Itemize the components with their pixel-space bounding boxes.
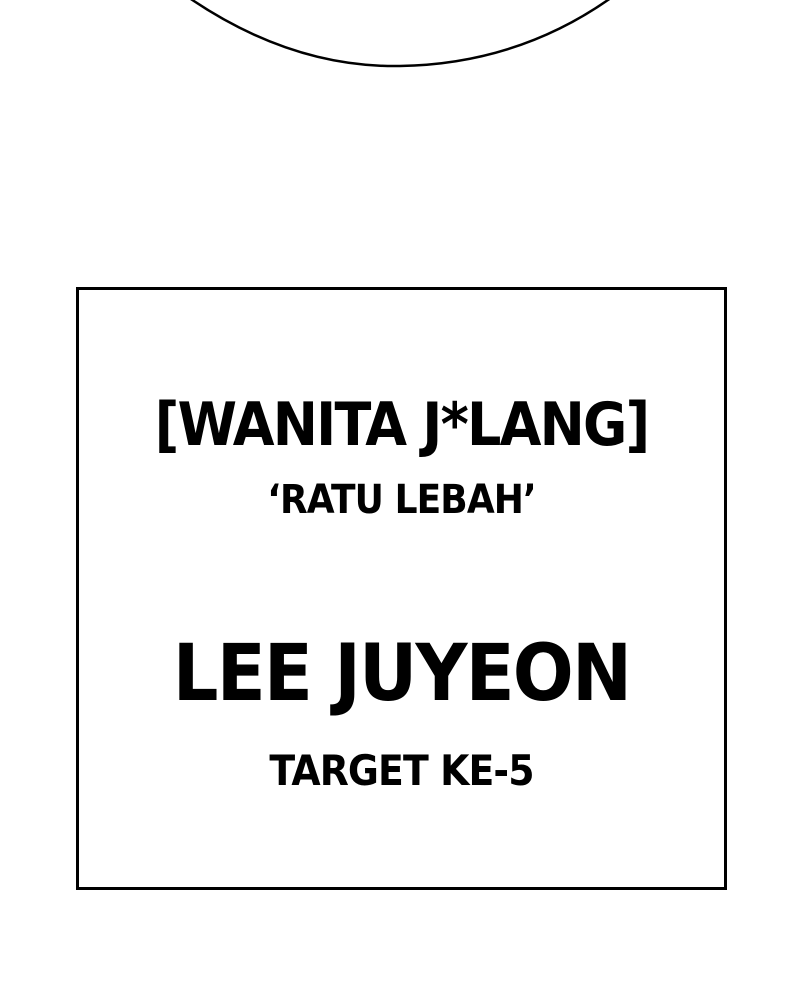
target-label: TARGET KE-5 xyxy=(269,746,534,795)
caption-box: [WANITA J*LANG] ‘RATU LEBAH’ LEE JUYEON … xyxy=(76,287,727,890)
speech-bubble-edge xyxy=(190,0,611,68)
caption-subtitle: ‘RATU LEBAH’ xyxy=(267,477,537,523)
character-name: LEE JUYEON xyxy=(172,629,632,719)
caption-title: [WANITA J*LANG] xyxy=(154,390,651,460)
